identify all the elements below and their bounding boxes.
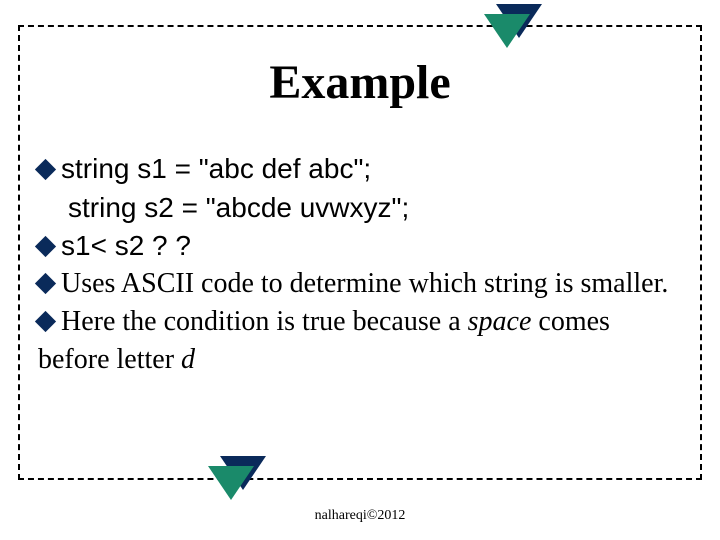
bullet-item: Uses ASCII code to determine which strin… [38,265,680,303]
body-text: Here the condition is true because a [61,306,468,337]
emphasis-text: d [181,344,195,375]
code-text: string [61,153,129,184]
slide-body: string s1 = "abc def abc"; string s2 = "… [38,150,680,379]
diamond-icon [35,235,56,256]
slide: Example string s1 = "abc def abc"; strin… [0,0,720,540]
diamond-icon [35,159,56,180]
triangle-icon [208,466,254,500]
bullet-item: string s1 = "abc def abc"; [38,150,680,189]
code-text: string s2 = "abcde uvwxyz"; [38,189,680,227]
code-text: s1 = "abc def abc"; [129,153,371,184]
diamond-icon [35,273,56,294]
body-text: Uses ASCII code to determine which strin… [61,268,668,299]
triangle-icon [484,14,530,48]
footer-text: nalhareqi©2012 [0,508,720,524]
emphasis-text: space [468,306,532,337]
slide-title: Example [0,55,720,110]
diamond-icon [35,311,56,332]
bullet-item: s1< s2 ? ? [38,227,680,266]
code-text: s1< s2 ? ? [61,230,191,261]
bullet-item: Here the condition is true because a spa… [38,303,680,379]
